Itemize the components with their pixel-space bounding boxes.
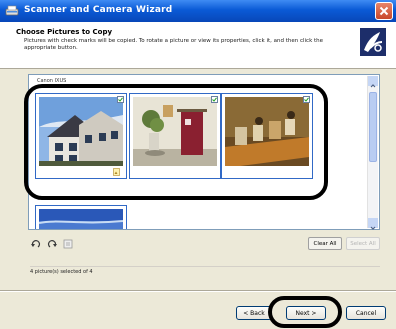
close-icon bbox=[379, 6, 389, 16]
scroll-thumb[interactable] bbox=[369, 92, 377, 162]
properties-icon[interactable] bbox=[62, 238, 74, 250]
thumbnails-highlight-ring bbox=[24, 84, 328, 200]
scroll-down-button[interactable] bbox=[368, 218, 378, 230]
footer-divider bbox=[0, 290, 396, 292]
rotate-left-icon[interactable] bbox=[30, 238, 42, 250]
window-title: Scanner and Camera Wizard bbox=[24, 5, 173, 15]
camera-wizard-icon bbox=[360, 28, 386, 56]
select-all-button[interactable]: Select All bbox=[346, 237, 380, 250]
close-button[interactable] bbox=[375, 2, 393, 20]
thumbnail-sky[interactable] bbox=[35, 205, 127, 229]
photo-sky bbox=[39, 209, 123, 229]
vertical-scrollbar[interactable] bbox=[367, 76, 378, 230]
scroll-up-button[interactable] bbox=[368, 76, 378, 88]
page-subtitle: Pictures with check marks will be copied… bbox=[24, 38, 324, 51]
wizard-header: Choose Pictures to Copy Pictures with ch… bbox=[0, 22, 396, 69]
rotate-right-icon[interactable] bbox=[46, 238, 58, 250]
page-title: Choose Pictures to Copy bbox=[16, 28, 113, 36]
arrow-up-icon bbox=[370, 84, 376, 88]
back-button[interactable]: < Back bbox=[236, 306, 272, 320]
clear-all-button[interactable]: Clear All bbox=[308, 237, 342, 250]
next-button-highlight-ring bbox=[268, 296, 342, 328]
cancel-button[interactable]: Cancel bbox=[346, 306, 386, 320]
arrow-down-icon bbox=[370, 226, 376, 230]
selection-status: 4 picture(s) selected of 4 bbox=[30, 266, 380, 279]
scanner-icon bbox=[5, 5, 19, 16]
title-bar: Scanner and Camera Wizard bbox=[0, 0, 396, 22]
wizard-window: Scanner and Camera Wizard Choose Picture… bbox=[0, 0, 396, 329]
